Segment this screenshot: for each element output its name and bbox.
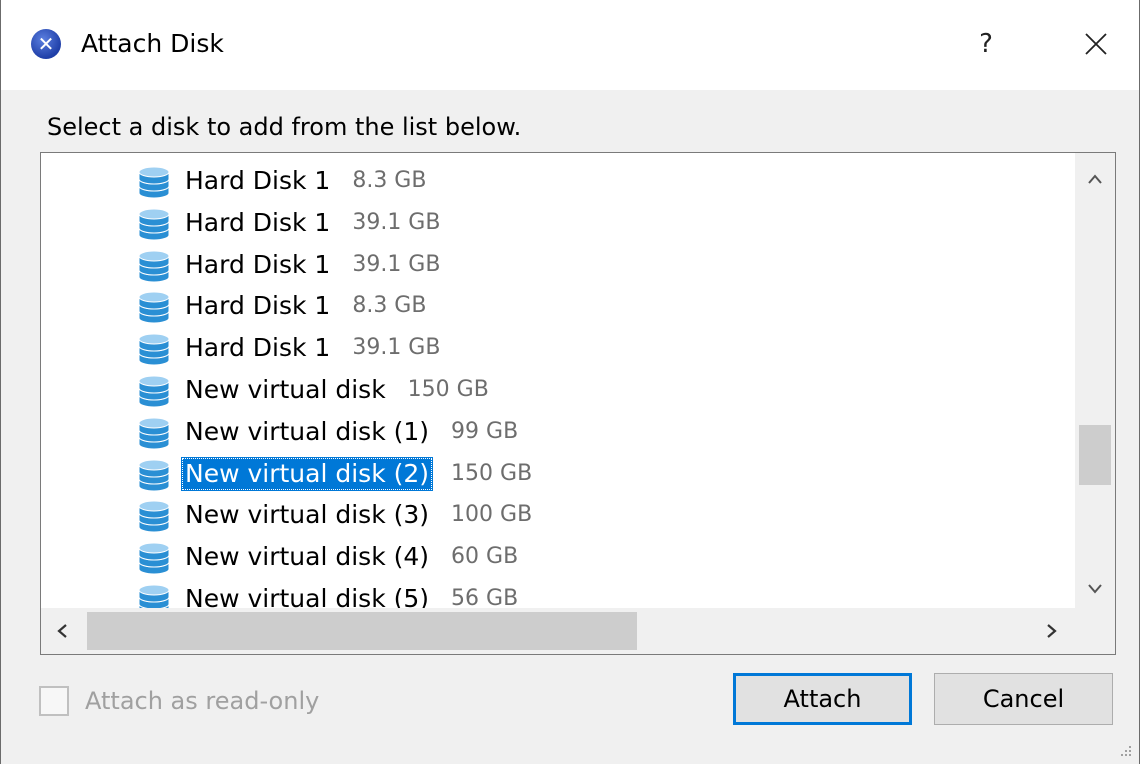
instruction-text: Select a disk to add from the list below… <box>47 113 522 141</box>
disk-name: New virtual disk <box>185 375 386 404</box>
disk-size: 150 GB <box>407 377 489 402</box>
attach-disk-dialog: ✕ Attach Disk ? Select a disk to add fro… <box>0 0 1140 764</box>
disk-size: 39.1 GB <box>352 209 441 235</box>
chevron-right-icon <box>1047 624 1057 638</box>
resize-grip-icon[interactable] <box>1119 744 1133 758</box>
disk-icon <box>138 250 170 283</box>
disk-icon <box>138 291 170 324</box>
scroll-up-button[interactable] <box>1075 159 1115 199</box>
disk-icon <box>138 375 170 408</box>
disk-size: 39.1 GB <box>352 335 441 361</box>
disk-icon <box>138 459 170 492</box>
horizontal-scrollbar[interactable] <box>41 608 1075 654</box>
disk-list[interactable]: Hard Disk 1 8.3 GB Hard Disk 1 39.1 GB Hard … <box>40 152 1116 655</box>
dialog-title: Attach Disk <box>81 29 224 58</box>
scroll-left-button[interactable] <box>41 608 83 654</box>
vertical-scrollbar[interactable] <box>1075 153 1115 609</box>
disk-list-item[interactable]: Hard Disk 1 39.1 GB <box>135 245 440 285</box>
disk-list-item[interactable]: New virtual disk (1) 99 GB <box>135 412 518 452</box>
disk-icon <box>138 208 170 241</box>
disk-size: 100 GB <box>451 502 533 528</box>
disk-icon <box>138 166 170 199</box>
disk-name: Hard Disk 1 <box>185 166 331 195</box>
cancel-button[interactable]: Cancel <box>934 673 1113 725</box>
disk-list-item[interactable]: New virtual disk (3) 100 GB <box>135 495 532 535</box>
disk-list-item[interactable]: Hard Disk 1 39.1 GB <box>135 203 440 243</box>
title-bar: ✕ Attach Disk ? <box>1 0 1139 90</box>
readonly-label: Attach as read-only <box>85 687 320 715</box>
x-logo-icon: ✕ <box>31 29 61 59</box>
disk-icon <box>138 333 170 366</box>
disk-size: 60 GB <box>451 544 519 570</box>
disk-name: Hard Disk 1 <box>185 207 331 237</box>
scroll-down-button[interactable] <box>1075 569 1115 609</box>
disk-list-item[interactable]: Hard Disk 1 8.3 GB <box>135 161 426 201</box>
chevron-down-icon <box>1088 584 1102 594</box>
disk-name: New virtual disk (3) <box>185 500 430 530</box>
scrollbar-corner <box>1075 608 1115 654</box>
disk-name: New virtual disk (1) <box>185 416 430 446</box>
disk-name: Hard Disk 1 <box>185 249 331 279</box>
chevron-up-icon <box>1088 174 1102 184</box>
disk-size: 99 GB <box>451 418 519 444</box>
disk-icon <box>138 542 170 575</box>
disk-name: Hard Disk 1 <box>185 333 331 363</box>
disk-name: New virtual disk (4) <box>185 542 430 572</box>
disk-size: 8.3 GB <box>352 293 427 319</box>
attach-button[interactable]: Attach <box>733 673 912 725</box>
disk-list-item[interactable]: New virtual disk 150 GB <box>135 370 489 410</box>
disk-list-item[interactable]: New virtual disk (2) 150 GB <box>135 454 532 494</box>
close-icon <box>1085 33 1107 55</box>
disk-list-item[interactable]: Hard Disk 1 39.1 GB <box>135 328 440 368</box>
chevron-left-icon <box>57 624 67 638</box>
disk-icon <box>138 417 170 450</box>
disk-list-item[interactable]: New virtual disk (4) 60 GB <box>135 537 518 577</box>
disk-icon <box>138 500 170 533</box>
readonly-option: Attach as read-only <box>39 684 319 718</box>
scroll-right-button[interactable] <box>1031 608 1073 654</box>
disk-name: Hard Disk 1 <box>185 291 331 321</box>
disk-list-item[interactable]: Hard Disk 1 8.3 GB <box>135 286 426 326</box>
help-button[interactable]: ? <box>966 24 1006 64</box>
vertical-scroll-thumb[interactable] <box>1079 425 1111 485</box>
readonly-checkbox <box>39 686 69 716</box>
close-button[interactable] <box>1073 24 1119 64</box>
disk-size: 39.1 GB <box>352 251 441 277</box>
disk-size: 8.3 GB <box>352 168 427 193</box>
disk-size: 150 GB <box>451 460 533 486</box>
disk-name: New virtual disk (2) <box>181 456 434 491</box>
horizontal-scroll-thumb[interactable] <box>87 612 637 650</box>
